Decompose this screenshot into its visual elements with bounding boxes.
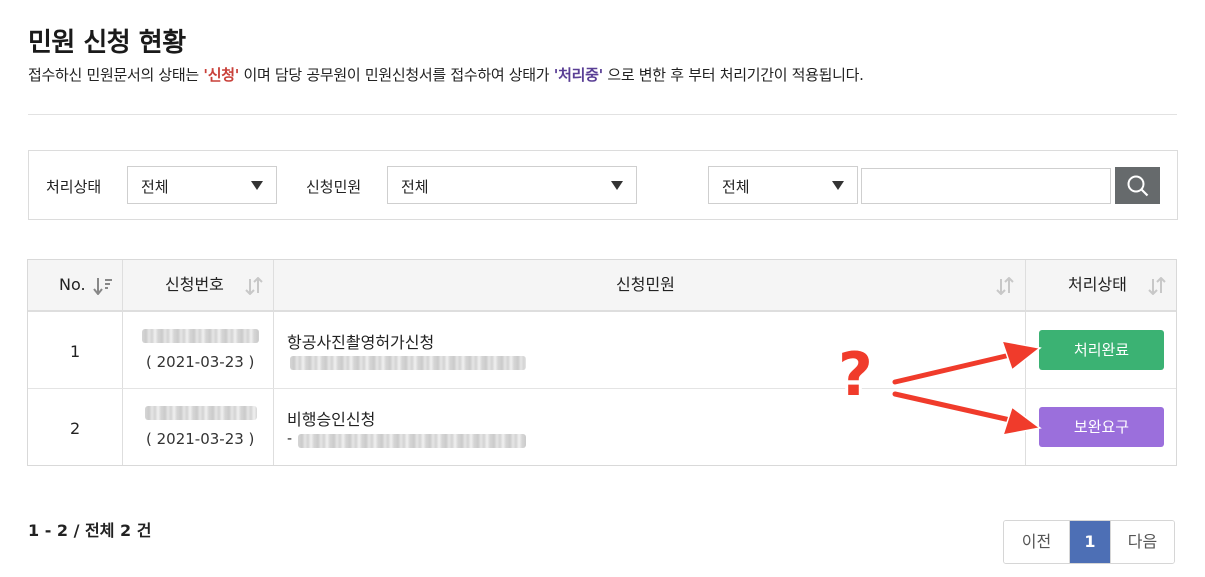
prev-page-button[interactable]: 이전 (1004, 521, 1070, 563)
question-mark-annotation: ? (838, 340, 873, 410)
page-1-button[interactable]: 1 (1070, 521, 1110, 563)
annotation-arrows (891, 340, 1042, 436)
result-summary: 1 - 2 / 전체 2 건 (28, 521, 152, 540)
next-page-button[interactable]: 다음 (1110, 521, 1174, 563)
pagination: 이전 1 다음 (1003, 520, 1175, 564)
